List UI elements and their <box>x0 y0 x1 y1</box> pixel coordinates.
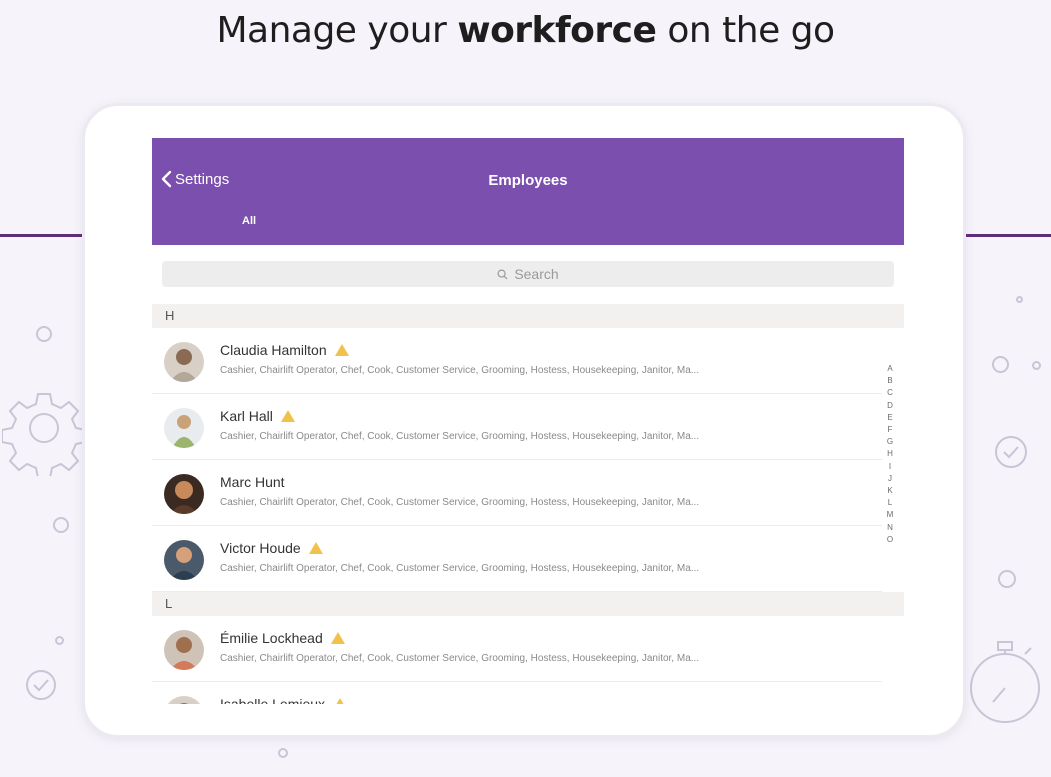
index-letter[interactable]: D <box>882 400 898 412</box>
employee-roles: Cashier, Chairlift Operator, Chef, Cook,… <box>220 497 700 508</box>
index-letter[interactable]: H <box>882 448 898 460</box>
employee-row[interactable]: Victor Houde Cashier, Chairlift Operator… <box>152 526 882 592</box>
employee-name: Karl Hall <box>220 408 273 424</box>
avatar <box>164 540 204 580</box>
warning-icon <box>334 343 350 357</box>
warning-icon <box>280 409 296 423</box>
stopwatch-icon <box>970 641 1040 723</box>
employee-name: Émilie Lockhead <box>220 630 323 646</box>
index-letter[interactable]: L <box>882 497 898 509</box>
deco-circle-icon <box>992 356 1009 373</box>
page-title: Employees <box>488 172 568 189</box>
deco-circle-icon <box>1016 296 1023 303</box>
employee-row[interactable]: Isabelle Lemieux <box>152 682 882 704</box>
section-header-l: L <box>152 592 904 616</box>
index-letter[interactable]: M <box>882 509 898 521</box>
deco-circle-icon <box>36 326 52 342</box>
app-screen: Settings Employees All Search H Claudia … <box>152 138 904 704</box>
index-letter[interactable]: G <box>882 436 898 448</box>
employee-name-wrap: Victor Houde <box>220 540 324 556</box>
search-input[interactable]: Search <box>162 261 894 287</box>
search-placeholder: Search <box>514 266 559 282</box>
index-letter[interactable]: B <box>882 375 898 387</box>
deco-circle-icon <box>1032 361 1041 370</box>
index-letter[interactable]: F <box>882 424 898 436</box>
index-letter[interactable]: C <box>882 387 898 399</box>
gear-icon <box>2 393 82 476</box>
deco-circle-icon <box>53 517 69 533</box>
headline-part-2: your <box>367 10 447 51</box>
employee-name-wrap: Isabelle Lemieux <box>220 696 348 704</box>
employee-row[interactable]: Karl Hall Cashier, Chairlift Operator, C… <box>152 394 882 460</box>
employee-name: Isabelle Lemieux <box>220 696 326 704</box>
avatar <box>164 408 204 448</box>
deco-circle-icon <box>55 636 64 645</box>
avatar <box>164 342 204 382</box>
index-letter[interactable]: N <box>882 522 898 534</box>
avatar <box>164 474 204 514</box>
warning-icon <box>308 541 324 555</box>
index-letter[interactable]: E <box>882 412 898 424</box>
avatar <box>164 696 204 704</box>
employee-name-wrap: Marc Hunt <box>220 474 285 490</box>
warning-icon <box>330 631 346 645</box>
headline-part-3: workforce <box>457 10 657 51</box>
employee-roles: Cashier, Chairlift Operator, Chef, Cook,… <box>220 431 700 442</box>
index-letter[interactable]: A <box>882 363 898 375</box>
accent-line-right <box>966 234 1051 237</box>
avatar <box>164 630 204 670</box>
check-circle-icon <box>26 670 56 700</box>
check-circle-icon <box>995 436 1027 468</box>
employee-roles: Cashier, Chairlift Operator, Chef, Cook,… <box>220 365 700 376</box>
navigation-bar: Settings Employees All <box>152 138 904 245</box>
warning-icon <box>332 697 348 704</box>
employee-row[interactable]: Marc Hunt Cashier, Chairlift Operator, C… <box>152 460 882 526</box>
employee-name: Marc Hunt <box>220 474 285 490</box>
employee-roles: Cashier, Chairlift Operator, Chef, Cook,… <box>220 563 700 574</box>
deco-circle-icon <box>998 570 1016 588</box>
tab-all[interactable]: All <box>242 215 256 227</box>
deco-circle-icon <box>278 748 288 758</box>
employee-name: Claudia Hamilton <box>220 342 327 358</box>
headline-part-4: on the go <box>667 10 835 51</box>
employee-row[interactable]: Claudia Hamilton Cashier, Chairlift Oper… <box>152 328 882 394</box>
employee-name: Victor Houde <box>220 540 301 556</box>
employee-name-wrap: Émilie Lockhead <box>220 630 346 646</box>
employee-row[interactable]: Émilie Lockhead Cashier, Chairlift Opera… <box>152 616 882 682</box>
section-header-h: H <box>152 304 904 328</box>
accent-line-left <box>0 234 82 237</box>
index-letter[interactable]: O <box>882 534 898 546</box>
employee-roles: Cashier, Chairlift Operator, Chef, Cook,… <box>220 653 700 664</box>
alphabet-index: A B C D E F G H I J K L M N O <box>882 363 898 546</box>
index-letter[interactable]: J <box>882 473 898 485</box>
headline-part-1: Manage <box>216 10 357 51</box>
search-icon <box>497 269 508 280</box>
employee-name-wrap: Claudia Hamilton <box>220 342 350 358</box>
marketing-headline: Manage your workforce on the go <box>0 10 1051 51</box>
employee-name-wrap: Karl Hall <box>220 408 296 424</box>
index-letter[interactable]: I <box>882 461 898 473</box>
index-letter[interactable]: K <box>882 485 898 497</box>
